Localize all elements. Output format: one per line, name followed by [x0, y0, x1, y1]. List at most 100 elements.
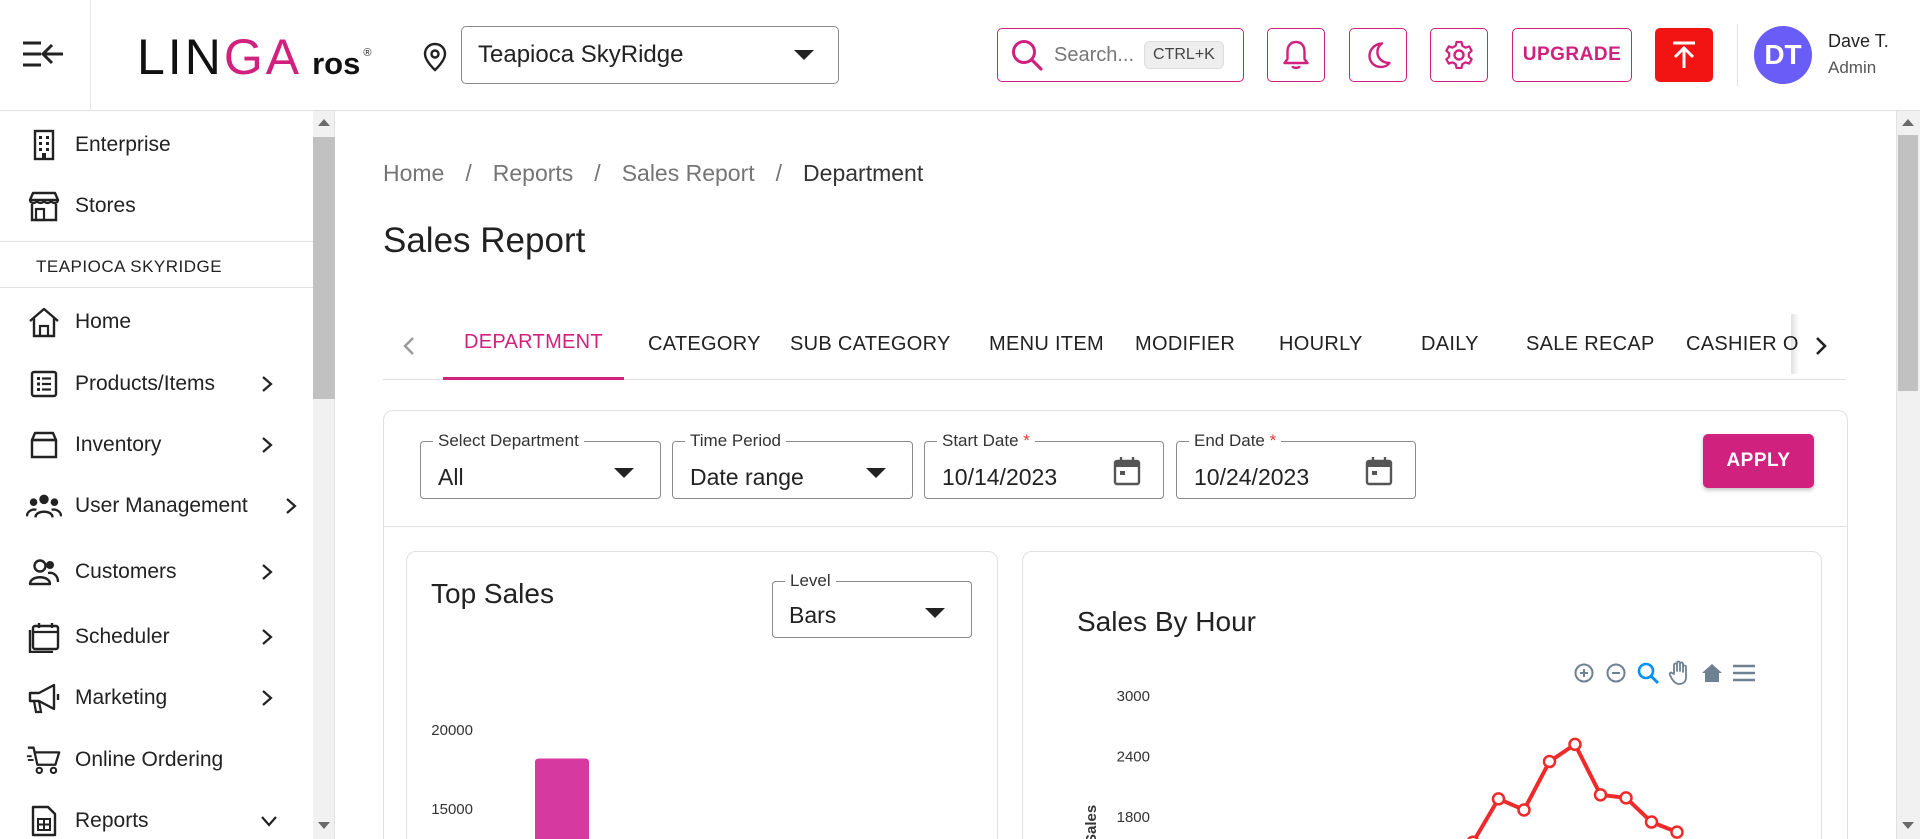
field-label: Start Date * [937, 431, 1035, 451]
sidebar-item-inventory[interactable]: Inventory [0, 419, 313, 471]
data-point [1491, 792, 1506, 806]
search-input[interactable]: Search... CTRL+K [997, 28, 1244, 82]
breadcrumb-separator: / [775, 160, 783, 186]
field-value: All [438, 464, 464, 490]
calendar-icon[interactable] [1113, 456, 1141, 491]
field-label: End Date * [1189, 431, 1282, 451]
users-icon [26, 488, 62, 524]
zoom-out-icon[interactable] [1603, 660, 1629, 686]
field-label: Select Department [433, 431, 584, 451]
calendar-icon[interactable] [1365, 456, 1393, 491]
sidebar-item-scheduler[interactable]: Scheduler [0, 611, 313, 663]
cart-icon [26, 742, 62, 778]
menu-collapse-icon[interactable] [20, 36, 66, 72]
sidebar-item-online-ordering[interactable]: Online Ordering [0, 734, 313, 786]
breadcrumb-home[interactable]: Home [383, 160, 444, 187]
tab-modifier[interactable]: MODIFIER [1135, 308, 1235, 380]
sidebar-item-home[interactable]: Home [0, 296, 313, 348]
tab-category[interactable]: CATEGORY [648, 308, 761, 380]
field-value: 10/24/2023 [1194, 464, 1310, 490]
tab-cashier-out[interactable]: CASHIER OUT [1686, 308, 1799, 380]
data-point [1517, 803, 1531, 817]
tab-sub-category[interactable]: SUB CATEGORY [790, 308, 951, 380]
zoom-in-icon[interactable] [1571, 660, 1597, 686]
store-select[interactable]: Teapioca SkyRidge [461, 26, 839, 84]
settings-button[interactable] [1430, 28, 1488, 82]
sidebar-item-marketing[interactable]: Marketing [0, 672, 313, 724]
y-tick-label: 1800 [1117, 809, 1150, 826]
sidebar-item-label: Reports [75, 809, 149, 832]
start-date-field[interactable]: Start Date * 10/14/2023 [924, 431, 1164, 499]
scroll-down-arrow-icon[interactable] [1902, 822, 1914, 829]
scroll-top-button[interactable] [1655, 28, 1713, 82]
time-period-select[interactable]: Time Period Date range [672, 431, 913, 499]
arrow-up-icon [1673, 41, 1695, 68]
header-divider [90, 0, 91, 111]
breadcrumb-reports[interactable]: Reports [493, 160, 574, 187]
sidebar: Enterprise Stores TEAPIOCA SKYRIDGE Home… [0, 111, 313, 839]
reset-home-icon[interactable] [1699, 660, 1725, 686]
notifications-button[interactable] [1267, 28, 1325, 82]
sidebar-divider [0, 287, 313, 288]
breadcrumb-sales-report[interactable]: Sales Report [622, 160, 755, 187]
tab-scroll-left-icon[interactable] [393, 330, 425, 362]
chevron-right-icon [257, 374, 277, 394]
sidebar-item-customers[interactable]: Customers [0, 546, 313, 598]
zoom-select-icon[interactable] [1635, 660, 1661, 686]
tab-sale-recap[interactable]: SALE RECAP [1526, 308, 1655, 380]
main-content: Home / Reports / Sales Report / Departme… [336, 111, 1896, 839]
home-icon [26, 304, 62, 340]
sidebar-item-label: Online Ordering [75, 748, 224, 771]
field-value: 10/14/2023 [942, 464, 1058, 490]
store-section-title: TEAPIOCA SKYRIDGE [36, 257, 223, 276]
level-select[interactable]: Level Bars [772, 571, 972, 638]
pan-icon[interactable] [1667, 660, 1693, 686]
report-icon [26, 803, 62, 839]
tab-department[interactable]: DEPARTMENT [443, 308, 624, 380]
page-title: Sales Report [383, 221, 586, 260]
megaphone-icon [26, 680, 62, 716]
tab-daily[interactable]: DAILY [1421, 308, 1479, 380]
tab-menu-item[interactable]: MENU ITEM [989, 308, 1104, 380]
y-tick-label: 20000 [431, 722, 473, 739]
bell-icon [1283, 40, 1309, 70]
tab-scroll-right-icon[interactable] [1805, 330, 1837, 362]
menu-icon[interactable] [1731, 660, 1757, 686]
apply-button[interactable]: APPLY [1703, 434, 1814, 488]
header-separator [1737, 24, 1738, 86]
sidebar-item-products[interactable]: Products/Items [0, 358, 313, 410]
avatar[interactable]: DT [1754, 26, 1812, 84]
data-point [1542, 754, 1557, 769]
main-scrollbar-thumb[interactable] [1898, 135, 1918, 391]
breadcrumb-current: Department [803, 160, 924, 186]
sidebar-item-stores[interactable]: Stores [0, 180, 313, 232]
chevron-down-icon [794, 50, 814, 60]
data-point [1644, 815, 1659, 829]
scroll-up-arrow-icon[interactable] [318, 119, 330, 126]
data-point [1568, 737, 1582, 752]
chevron-down-icon [925, 608, 945, 618]
data-point [1670, 825, 1684, 839]
upgrade-button[interactable]: UPGRADE [1512, 28, 1632, 82]
y-tick-label: 3000 [1117, 688, 1150, 705]
chevron-right-icon [257, 435, 277, 455]
sidebar-scrollbar-thumb[interactable] [313, 137, 335, 399]
search-shortcut-badge: CTRL+K [1144, 41, 1224, 69]
sidebar-item-user-management[interactable]: User Management [0, 480, 313, 532]
calendar-icon [26, 619, 62, 655]
end-date-field[interactable]: End Date * 10/24/2023 [1176, 431, 1416, 499]
sidebar-item-enterprise[interactable]: Enterprise [0, 119, 313, 171]
chevron-down-icon [259, 811, 279, 831]
field-value: Bars [789, 602, 837, 628]
department-select[interactable]: Select Department All [420, 431, 661, 499]
chevron-right-icon [257, 627, 277, 647]
sidebar-item-reports[interactable]: Reports [0, 795, 313, 839]
box-icon [26, 427, 62, 463]
tab-hourly[interactable]: HOURLY [1279, 308, 1363, 380]
filter-card: Select Department All Time Period Date r… [383, 410, 1848, 530]
dark-mode-button[interactable] [1349, 28, 1407, 82]
chevron-down-icon [866, 468, 886, 478]
scroll-down-arrow-icon[interactable] [318, 822, 330, 829]
scroll-up-arrow-icon[interactable] [1902, 119, 1914, 126]
sidebar-item-label: Inventory [75, 433, 162, 456]
